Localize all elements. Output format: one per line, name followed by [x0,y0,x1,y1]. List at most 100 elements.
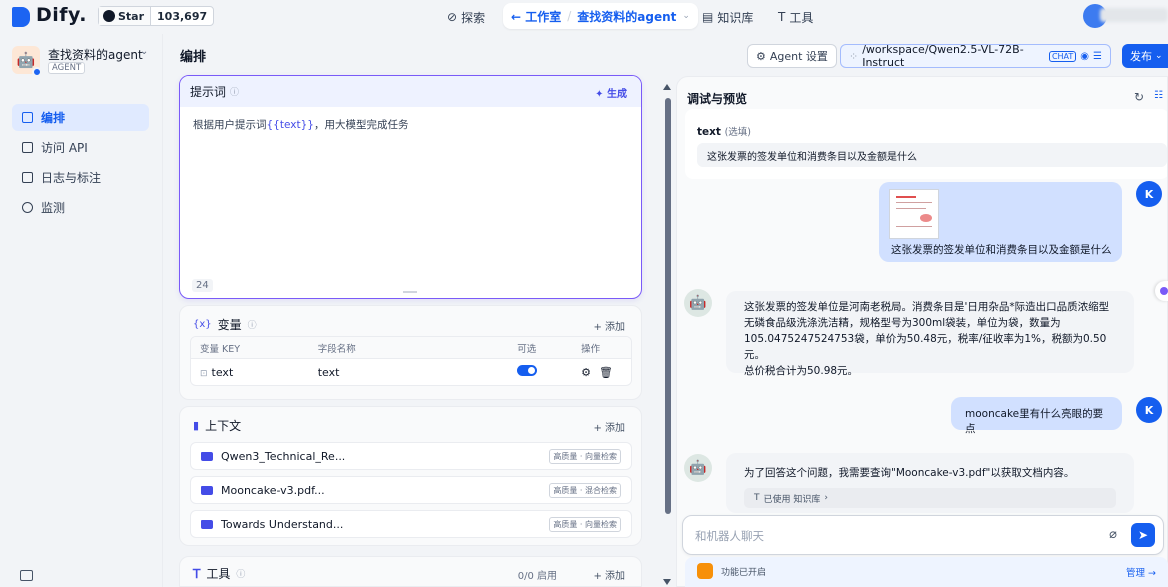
info-icon: ⓘ [236,570,246,580]
message-line: 105.0475247524753袋，单价为50.48元，税率/征收率为1%，税… [744,333,1107,361]
page-title: 编排 [180,50,207,65]
add-context-button[interactable]: + 添加 [593,419,625,434]
github-star-badge[interactable]: Star 103,697 [98,6,215,26]
message-line: 无磷食品级洗涤洗洁精，规格型号为300ml袋装，单位为袋，数量为 [744,317,1061,329]
tools-section: 𝖳 工具 ⓘ 0/0 启用 + 添加 [179,556,642,587]
chevron-right-icon: › [824,493,828,503]
list-item[interactable]: Mooncake-v3.pdf... 高质量 · 混合检索 [190,476,632,504]
settings-sliders-icon[interactable]: ☰ [1093,51,1102,62]
avatar: K [1136,397,1162,423]
dataset-tag: 高质量 · 向量检索 [549,448,621,464]
debug-variable-input[interactable]: 这张发票的签发单位和消费条目以及金额是什么 [697,143,1167,167]
chevron-down-icon: ⌄ [1155,51,1163,61]
nav-workspace-link[interactable]: ← 工作室 [511,8,561,25]
sidebar-item-api[interactable]: 访问 API [12,134,149,161]
scrollbar-thumb[interactable] [665,98,671,514]
prompt-char-count: 24 [192,279,213,292]
knowledge-used-label: 已使用 知识库 [763,494,821,505]
user-message: 这张发票的签发单位和消费条目以及金额是什么 [879,182,1122,262]
sidebar-item-label: 访问 API [41,141,88,155]
sidebar-item-orchestrate[interactable]: 编排 [12,104,149,131]
floating-assistant-icon[interactable] [1155,281,1168,301]
context-section: ▮ 上下文 + 添加 Qwen3_Technical_Re... 高质量 · 向… [179,406,642,546]
app-name[interactable]: 查找资料的agent [48,46,143,63]
trash-icon[interactable]: 🗑 [599,366,613,379]
list-item[interactable]: Qwen3_Technical_Re... 高质量 · 向量检索 [190,442,632,470]
send-button[interactable]: ➤ [1131,523,1155,547]
variables-table: 变量 KEY 字段名称 可选 操作 ⊡ text text ⚙ 🗑 [190,336,632,386]
vision-icon: ◉ [1080,50,1090,62]
variable-name[interactable]: text [318,366,518,379]
prompt-text[interactable]: 根据用户提示词{{text}}，用大模型完成任务 [193,117,408,132]
optional-toggle[interactable] [517,365,538,376]
model-selector-button[interactable]: ⁘ /workspace/Qwen2.5-VL-72B-Instruct CHA… [840,43,1111,69]
publish-label: 发布 [1130,50,1152,63]
layout-icon [22,112,33,123]
file-icon: ▮ [193,419,200,432]
sidebar-item-monitor[interactable]: 监测 [12,194,149,221]
nav-tools[interactable]: 𝖳 工具 [778,6,813,28]
user-message: mooncake里有什么亮眼的要点 [951,397,1122,435]
hammer-icon: 𝖳 [778,10,786,24]
hammer-icon: 𝖳 [193,566,201,581]
tools-status: 0/0 启用 [517,571,557,582]
sidebar-item-logs[interactable]: 日志与标注 [12,164,149,191]
variable-key-cell[interactable]: ⊡ text [191,366,318,379]
star-count: 103,697 [157,9,208,23]
message-line: 这张发票的签发单位是河南老税局。消费条目是'日用杂品*际造出口品质浓缩型 [744,301,1110,313]
variable-icon: {x} [193,319,212,330]
scroll-down-arrow[interactable] [663,579,671,585]
gear-icon: ⚙ [756,49,766,63]
variables-toggle-icon[interactable]: ☷ [1154,90,1163,104]
list-item[interactable]: Towards Understand... 高质量 · 向量检索 [190,510,632,538]
paperclip-icon[interactable]: ⌀ [1109,527,1117,542]
app-type-badge: AGENT [48,62,86,74]
prompt-label: 提示词 [190,85,227,99]
robot-icon: 🤖 [684,454,712,482]
assistant-message: 这张发票的签发单位是河南老税局。消费条目是'日用杂品*际造出口品质浓缩型 无磷食… [726,291,1134,377]
sidebar-collapse-icon[interactable] [20,570,33,581]
table-row: ⊡ text text ⚙ 🗑 [191,359,631,385]
debug-variable-label: text (选填) [697,124,751,138]
dataset-name: Towards Understand... [221,517,344,531]
publish-button[interactable]: 发布 ⌄ [1122,44,1168,68]
dify-logo-icon [12,7,30,27]
features-icon [697,563,713,579]
chevron-down-icon[interactable]: ⌄ [682,11,690,21]
breadcrumb-separator: / [567,9,572,23]
context-title: 上下文 [205,419,242,433]
user-name-redacted[interactable] [1100,8,1168,22]
user-message-text: 这张发票的签发单位和消费条目以及金额是什么 [891,244,1112,256]
nav-workspace-pill[interactable]: ← 工作室 / 查找资料的agent ⌄ [503,3,698,29]
generate-button[interactable]: ✦ 生成 [595,85,627,100]
generate-label: 生成 [607,89,627,100]
prompt-editor[interactable]: 提示词 ⓘ ✦ 生成 根据用户提示词{{text}}，用大模型完成任务 24 [179,75,642,299]
invoice-thumbnail[interactable] [889,189,939,239]
agent-badge-icon [32,67,42,77]
scroll-up-arrow[interactable] [663,84,671,90]
chevron-down-icon[interactable]: ⌄ [140,46,148,57]
agent-settings-button[interactable]: ⚙ Agent 设置 [747,44,837,68]
logo-text[interactable]: Dify. [36,4,87,26]
features-text: 功能已开启 [721,568,767,578]
row-actions: ⚙ 🗑 [581,366,631,379]
chat-input[interactable]: 和机器人聊天 ⌀ ➤ [682,515,1164,555]
knowledge-used-tag[interactable]: 𝖳 已使用 知识库 › [744,488,1116,508]
add-tool-button[interactable]: + 添加 [593,567,625,582]
column-header: 可选 [517,343,537,355]
nav-explore-label: 探索 [461,10,486,25]
nav-knowledge[interactable]: ▤ 知识库 [702,6,753,28]
dataset-tag: 高质量 · 向量检索 [549,516,621,532]
manage-features-link[interactable]: 管理 → [1126,565,1156,579]
dataset-tag: 高质量 · 混合检索 [549,482,621,498]
refresh-icon[interactable]: ↻ [1134,90,1144,104]
resize-handle[interactable] [403,291,417,293]
compass-icon: ⊘ [447,10,458,24]
model-icon: ⁘ [849,49,859,63]
nav-explore[interactable]: ⊘ 探索 [447,6,485,28]
nav-current-app[interactable]: 查找资料的agent [577,8,676,25]
add-variable-button[interactable]: + 添加 [593,318,625,333]
gear-icon[interactable]: ⚙ [581,366,591,379]
prompt-header: 提示词 ⓘ [180,76,641,107]
folder-icon [201,485,213,495]
